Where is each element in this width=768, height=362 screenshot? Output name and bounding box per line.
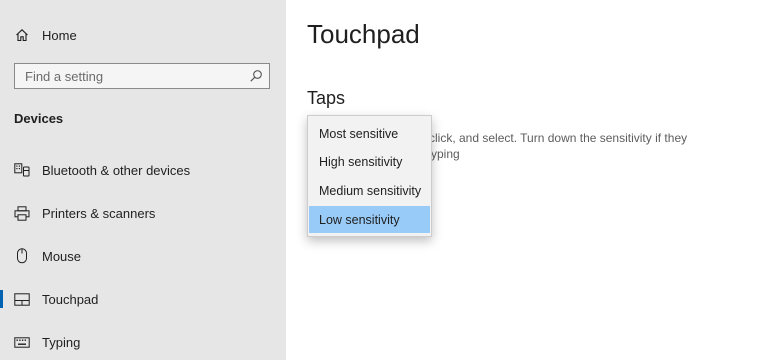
section-title-taps: Taps (307, 88, 346, 108)
page-title: Touchpad (307, 19, 420, 49)
printer-icon (14, 205, 30, 221)
sidebar: Home Devices Bluetooth & other devices P… (0, 0, 286, 360)
sidebar-item-mouse[interactable]: Mouse (0, 236, 286, 276)
search-icon[interactable] (249, 69, 263, 83)
sidebar-item-label: Printers & scanners (42, 205, 156, 221)
sidebar-item-home[interactable]: Home (0, 15, 286, 55)
search-box[interactable] (14, 63, 270, 89)
sidebar-item-printers[interactable]: Printers & scanners (0, 193, 286, 233)
sensitivity-dropdown-list[interactable]: Most sensitive High sensitivity Medium s… (307, 115, 432, 237)
home-icon (14, 27, 30, 43)
keyboard-icon (14, 334, 30, 350)
sidebar-item-bluetooth[interactable]: Bluetooth & other devices (0, 150, 286, 190)
sidebar-item-label: Home (42, 27, 77, 43)
option-medium-sensitivity[interactable]: Medium sensitivity (309, 177, 430, 204)
section-title-devices: Devices (14, 111, 64, 126)
sidebar-item-touchpad[interactable]: Touchpad (0, 279, 286, 319)
mouse-icon (14, 248, 30, 264)
option-low-sensitivity[interactable]: Low sensitivity (309, 206, 430, 233)
sidebar-item-label: Bluetooth & other devices (42, 162, 191, 178)
touchpad-icon (14, 291, 30, 307)
sidebar-item-label: Touchpad (42, 291, 99, 307)
option-most-sensitive[interactable]: Most sensitive (309, 120, 430, 147)
sidebar-item-typing[interactable]: Typing (0, 322, 286, 362)
sidebar-item-label: Mouse (42, 248, 82, 264)
search-input[interactable] (15, 64, 245, 88)
option-high-sensitivity[interactable]: High sensitivity (309, 148, 430, 175)
sidebar-item-label: Typing (42, 334, 81, 350)
keyboard-device-icon (14, 162, 30, 178)
